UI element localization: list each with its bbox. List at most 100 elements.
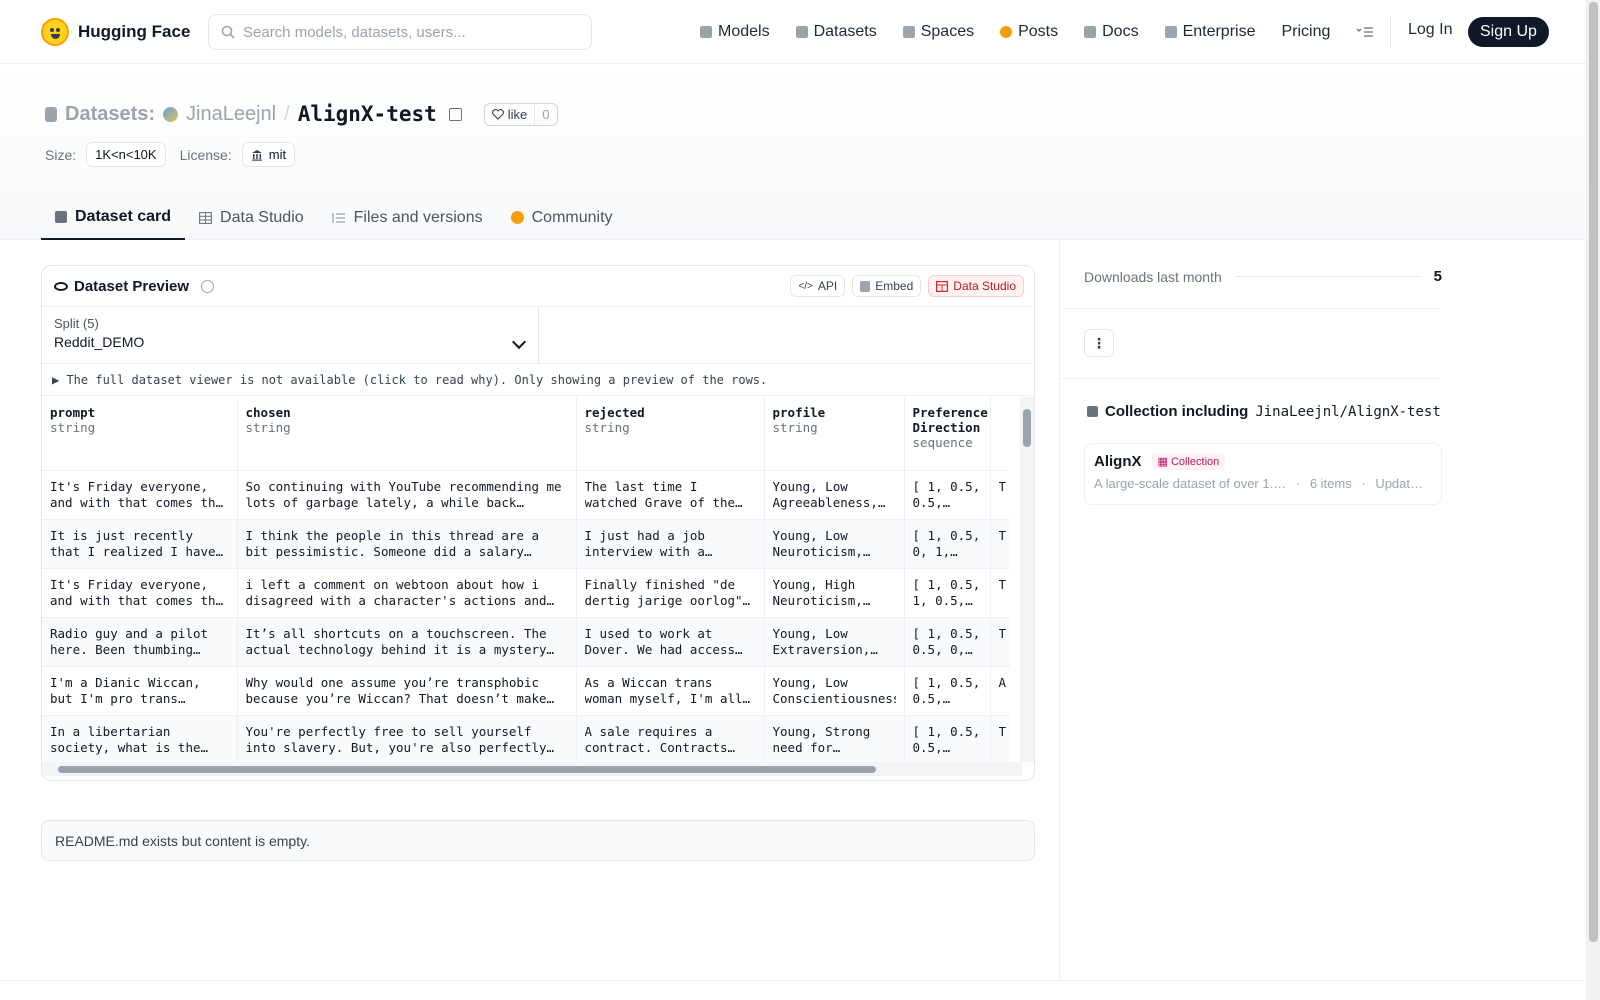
- collection-badge: ▦ Collection: [1151, 453, 1226, 470]
- table-horizontal-scrollbar[interactable]: [42, 762, 1022, 776]
- table-cell[interactable]: [ 1, 0.5, 1, 0.5, 0…: [904, 568, 991, 618]
- data-studio-button[interactable]: Data Studio: [928, 275, 1024, 297]
- table-cell[interactable]: A h: [990, 666, 1011, 716]
- cell-text: In a libertarian society, what is the fu…: [50, 723, 201, 755]
- hugging-face-logo-icon: [41, 17, 69, 46]
- page-scrollbar[interactable]: [1586, 0, 1600, 1000]
- size-tag[interactable]: 1K<n<10K: [86, 142, 166, 167]
- table-cell[interactable]: It's Friday everyone, and with that come…: [42, 470, 238, 520]
- repo-name[interactable]: AlignX-test: [298, 102, 437, 126]
- search-input[interactable]: [243, 23, 563, 41]
- table-cell[interactable]: T s: [990, 519, 1010, 569]
- tab-dataset-card[interactable]: Dataset card: [41, 195, 186, 240]
- table-cell[interactable]: [ 1, 0.5, 0.5, 0.5,…: [904, 715, 991, 762]
- breadcrumb-user[interactable]: JinaLeejnl: [186, 103, 276, 126]
- table-cell[interactable]: Finally finished "de dertig jarige oorlo…: [576, 568, 765, 618]
- table-cell[interactable]: Young, Low Extraversion,…: [764, 617, 905, 667]
- table-cell[interactable]: So continuing with YouTube recommending …: [237, 470, 577, 520]
- vertical-scroll-thumb[interactable]: [1023, 409, 1031, 447]
- nav-docs[interactable]: Docs: [1084, 23, 1139, 41]
- column-header[interactable]: rejected string: [576, 397, 765, 471]
- collection-card[interactable]: AlignX ▦ Collection A large-scale datase…: [1084, 443, 1442, 505]
- column-header[interactable]: Preference Direction sequence: [904, 397, 991, 471]
- table-cell[interactable]: The last time I watched Grave of the Fir…: [576, 470, 765, 520]
- column-header[interactable]: [990, 397, 1010, 471]
- table-row[interactable]: I'm a Dianic Wiccan, but I'm pro trans r…: [42, 666, 1011, 716]
- like-button[interactable]: like 0: [483, 102, 558, 126]
- column-header[interactable]: profile string: [764, 397, 905, 471]
- table-cell[interactable]: i left a comment on webtoon about how i …: [237, 568, 577, 618]
- more-options-button[interactable]: ⋮: [1084, 329, 1114, 357]
- column-header[interactable]: prompt string: [42, 397, 238, 471]
- info-icon[interactable]: [201, 279, 215, 293]
- breadcrumb-prefix[interactable]: Datasets:: [65, 103, 155, 126]
- tab-data-studio[interactable]: Data Studio: [185, 195, 318, 240]
- viewer-notice[interactable]: ▶ The full dataset viewer is not availab…: [42, 364, 1034, 396]
- table-row[interactable]: It is just recently that I realized I ha…: [42, 519, 1010, 569]
- table-cell[interactable]: I think the people in this thread are a …: [237, 519, 577, 569]
- table-row[interactable]: Radio guy and a pilot here. Been thumbin…: [42, 617, 1010, 667]
- nav-datasets[interactable]: Datasets: [795, 23, 877, 41]
- copy-icon[interactable]: [448, 107, 462, 121]
- code-icon: </>: [798, 280, 813, 292]
- split-label: Split (5): [54, 316, 99, 331]
- table-cell[interactable]: You're perfectly free to sell yourself i…: [237, 715, 577, 762]
- license-tag[interactable]: mit: [241, 142, 296, 167]
- downloads-label: Downloads last month: [1084, 268, 1222, 285]
- embed-icon: [860, 280, 871, 292]
- table-cell[interactable]: Young, Low Agreeableness,…: [764, 470, 905, 520]
- nav-spaces[interactable]: Spaces: [902, 23, 974, 41]
- table-cell[interactable]: I'm a Dianic Wiccan, but I'm pro trans r…: [42, 666, 238, 716]
- nav-more-menu[interactable]: [1356, 26, 1374, 38]
- table-cell[interactable]: [ 1, 0.5, 0.5, 0.5,…: [904, 666, 991, 716]
- table-cell[interactable]: Radio guy and a pilot here. Been thumbin…: [42, 617, 238, 667]
- api-button[interactable]: </> API: [790, 275, 846, 297]
- tab-community[interactable]: Community: [497, 195, 627, 240]
- page-scroll-thumb[interactable]: [1589, 2, 1598, 942]
- table-cell[interactable]: T s: [990, 568, 1010, 618]
- table-row[interactable]: It's Friday everyone, and with that come…: [42, 470, 1010, 520]
- search-box[interactable]: [208, 14, 592, 50]
- table-cell[interactable]: T b: [990, 470, 1010, 520]
- table-cell[interactable]: Young, Low Conscientiousness…: [764, 666, 905, 716]
- table-row[interactable]: It's Friday everyone, and with that come…: [42, 568, 1010, 618]
- table-cell[interactable]: Young, High Neuroticism, Low…: [764, 568, 905, 618]
- table-row[interactable]: In a libertarian society, what is the fu…: [42, 715, 1010, 762]
- table-cell[interactable]: As a Wiccan trans woman myself, I'm all …: [576, 666, 765, 716]
- nav-models[interactable]: Models: [700, 23, 770, 41]
- table-cell[interactable]: It’s all shortcuts on a touchscreen. The…: [237, 617, 577, 667]
- horizontal-scroll-thumb[interactable]: [58, 766, 876, 773]
- table-cell[interactable]: [ 1, 0.5, 0, 1, 0.5…: [904, 519, 991, 569]
- nav-enterprise[interactable]: Enterprise: [1164, 23, 1255, 41]
- table-cell[interactable]: Young, Low Neuroticism, High…: [764, 519, 905, 569]
- table-cell[interactable]: I used to work at Dover. We had access t…: [576, 617, 765, 667]
- table-vertical-scrollbar[interactable]: [1020, 397, 1034, 762]
- table-cell[interactable]: In a libertarian society, what is the fu…: [42, 715, 238, 762]
- cell-text: Young, Low Agreeableness,…: [772, 478, 886, 510]
- nav-posts[interactable]: Posts: [1000, 23, 1058, 41]
- cell-text: Finally finished "de dertig jarige oorlo…: [584, 576, 743, 608]
- collection-icon: ▦: [1157, 456, 1168, 468]
- brand-link[interactable]: Hugging Face: [41, 17, 190, 46]
- table-cell[interactable]: T b: [990, 715, 1010, 762]
- tab-files-and-versions[interactable]: Files and versions: [318, 195, 497, 240]
- table-cell[interactable]: Why would one assume you’re transphobic …: [237, 666, 577, 716]
- table-cell[interactable]: It's Friday everyone, and with that come…: [42, 568, 238, 618]
- table-cell[interactable]: Young, Strong need for Contrariance…: [764, 715, 905, 762]
- login-link[interactable]: Log In: [1408, 21, 1452, 39]
- split-dropdown[interactable]: Split (5) Reddit_DEMO: [42, 307, 539, 364]
- nav-pricing[interactable]: Pricing: [1281, 23, 1330, 41]
- cell-text: A h: [998, 674, 1011, 690]
- community-icon: [510, 211, 524, 224]
- table-cell[interactable]: T s: [990, 617, 1010, 667]
- table-cell[interactable]: [ 1, 0.5, 0.5, 0,…: [904, 617, 991, 667]
- table-cell[interactable]: It is just recently that I realized I ha…: [42, 519, 238, 569]
- signup-button[interactable]: Sign Up: [1468, 17, 1549, 47]
- column-header[interactable]: chosen string: [237, 397, 577, 471]
- table-cell[interactable]: A sale requires a contract. Contracts ar…: [576, 715, 765, 762]
- table-cell[interactable]: I just had a job interview with a privat…: [576, 519, 765, 569]
- cell-text: i left a comment on webtoon about how i …: [245, 576, 547, 608]
- cell-text: A sale requires a contract. Contracts ar…: [584, 723, 728, 755]
- embed-button[interactable]: Embed: [852, 275, 922, 297]
- table-cell[interactable]: [ 1, 0.5, 0.5, 0.5,…: [904, 470, 991, 520]
